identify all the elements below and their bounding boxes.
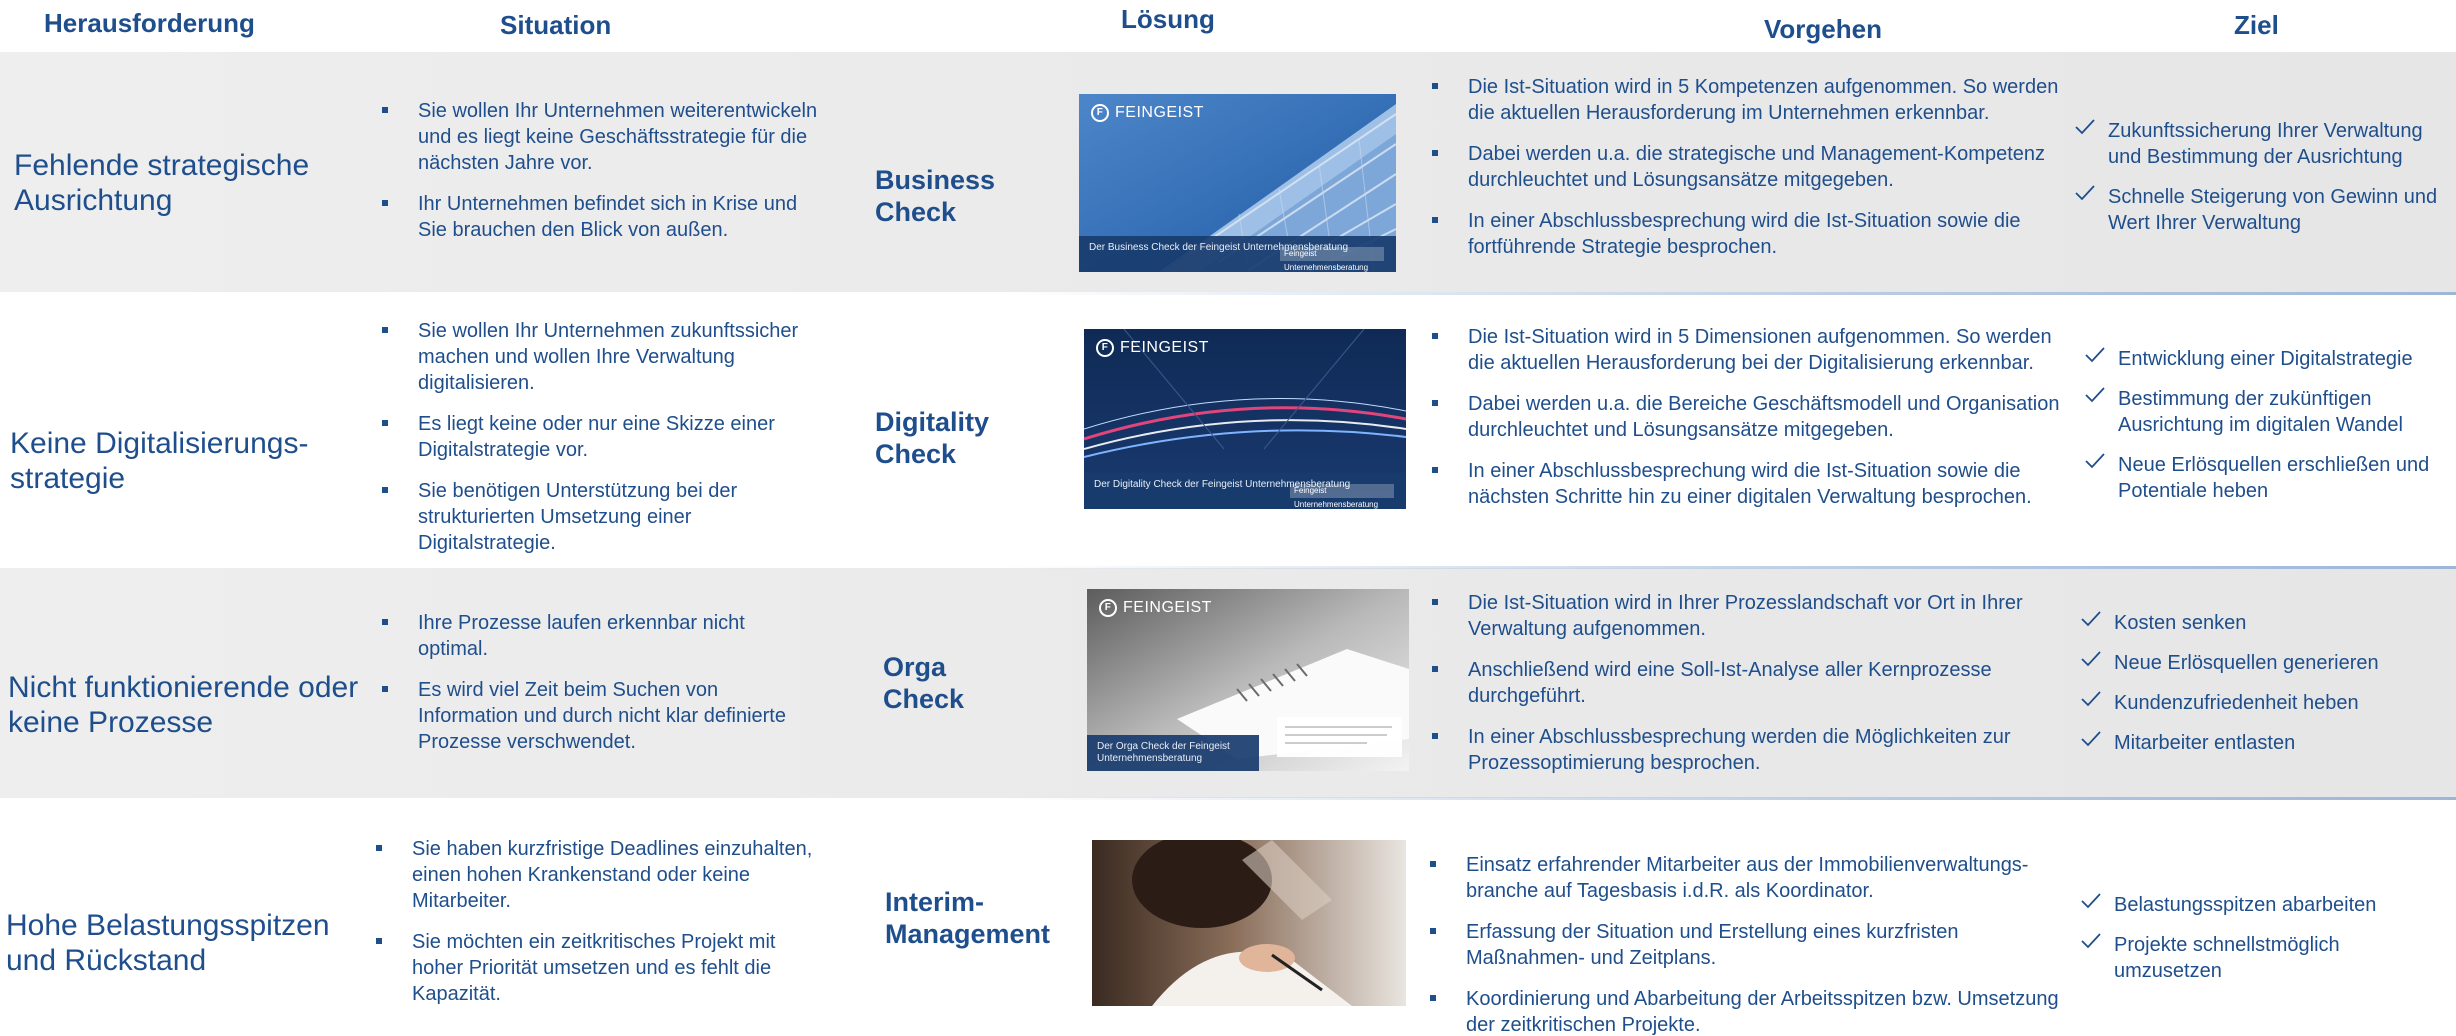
goal-item: Bestimmung der zukünftigen Ausrichtung i… — [2084, 386, 2454, 438]
goal-item: Belastungsspitzen abarbeiten — [2080, 892, 2450, 918]
business-check-thumbnail: F FEINGEIST Der Business Check der Feinge… — [1079, 94, 1396, 272]
situation-item: Sie wollen Ihr Unternehmen zukunftssiche… — [380, 318, 820, 396]
orga-check-thumbnail: F FEINGEIST Der Orga Check der Feingeist … — [1087, 589, 1409, 771]
check-icon — [2081, 731, 2101, 747]
thumbnail-caption: Der Orga Check der Feingeist Unternehmen… — [1087, 735, 1259, 771]
check-icon — [2085, 387, 2105, 403]
goal-item: Kundenzufriedenheit heben — [2080, 690, 2450, 716]
situation-item: Ihre Prozesse laufen erkennbar nicht opt… — [380, 610, 820, 662]
goal-item: Neue Erlösquellen generieren — [2080, 650, 2450, 676]
situation-list: Ihre Prozesse laufen erkennbar nicht opt… — [380, 610, 820, 770]
situation-item: Es liegt keine oder nur eine Skizze eine… — [380, 411, 820, 463]
approach-list: Einsatz erfahrender Mitarbeiter aus der … — [1428, 852, 2078, 1036]
goal-list: Zukunftssicherung Ihrer Verwaltung und B… — [2074, 118, 2454, 250]
feingeist-logo: F FEINGEIST — [1091, 104, 1204, 122]
check-icon — [2081, 893, 2101, 909]
thumbnail-button: Feingeist Unternehmensberatung — [1290, 484, 1394, 509]
check-icon — [2081, 611, 2101, 627]
solution-title: Interim-Management — [885, 887, 1051, 949]
feingeist-logo: F FEINGEIST — [1096, 339, 1209, 357]
check-icon — [2081, 691, 2101, 707]
challenge-text: Keine Digitalisierungs-strategie — [10, 427, 309, 495]
thumbnail-button: Feingeist Unternehmensberatung — [1280, 247, 1384, 272]
situation-item: Es wird viel Zeit beim Suchen von Inform… — [380, 677, 820, 755]
digitality-check-thumbnail: F FEINGEIST Der Digitality Check der Fein… — [1084, 329, 1406, 509]
goal-item: Projekte schnellstmöglich umzusetzen — [2080, 932, 2450, 984]
solution-title: Digitality Check — [875, 407, 990, 469]
approach-item: In einer Abschlussbesprechung wird die I… — [1430, 458, 2060, 510]
header-situation: Situation — [500, 10, 612, 40]
goal-list: Belastungsspitzen abarbeiten Projekte sc… — [2080, 892, 2450, 998]
solution-title: Business Check — [875, 165, 996, 227]
situation-item: Sie wollen Ihr Unternehmen weiterentwick… — [380, 98, 820, 176]
header-approach: Vorgehen — [1764, 14, 1882, 44]
goal-item: Neue Erlösquellen erschließen und Potent… — [2084, 452, 2454, 504]
challenge-text: Hohe Belastungsspitzen und Rückstand — [6, 909, 330, 977]
row-separator — [1000, 797, 2456, 800]
situation-list: Sie wollen Ihr Unternehmen zukunftssiche… — [380, 318, 820, 571]
approach-item: Dabei werden u.a. die strategische und M… — [1430, 141, 2060, 193]
goal-list: Kosten senken Neue Erlösquellen generier… — [2080, 610, 2450, 770]
header-goal: Ziel — [2234, 10, 2279, 40]
situation-item: Sie haben kurzfristige Deadlines einzuha… — [374, 836, 814, 914]
header-solution: Lösung — [1121, 4, 1215, 34]
header-challenge: Herausforderung — [44, 8, 255, 38]
situation-item: Sie benötigen Unterstützung bei der stru… — [380, 478, 820, 556]
approach-item: In einer Abschlussbesprechung wird die I… — [1430, 208, 2060, 260]
goal-item: Mitarbeiter entlasten — [2080, 730, 2450, 756]
writing-hand-image — [1092, 840, 1406, 1006]
thumbnail-caption: Der Digitality Check der Feingeist Unter… — [1084, 473, 1406, 509]
solution-title: Orga Check — [883, 652, 965, 714]
goal-item: Schnelle Steigerung von Gewinn und Wert … — [2074, 184, 2454, 236]
approach-item: Dabei werden u.a. die Bereiche Geschäfts… — [1430, 391, 2060, 443]
approach-item: Die Ist-Situation wird in 5 Dimensionen … — [1430, 324, 2060, 376]
check-icon — [2085, 347, 2105, 363]
situation-item: Ihr Unternehmen befindet sich in Krise u… — [380, 191, 820, 243]
approach-item: In einer Abschlussbesprechung werden die… — [1430, 724, 2050, 776]
check-icon — [2075, 185, 2095, 201]
approach-item: Erfassung der Situation und Erstellung e… — [1428, 919, 2078, 971]
situation-item: Sie möchten ein zeitkritisches Projekt m… — [374, 929, 814, 1007]
interim-management-photo — [1092, 840, 1406, 1006]
approach-item: Die Ist-Situation wird in 5 Kompetenzen … — [1430, 74, 2060, 126]
situation-list: Sie haben kurzfristige Deadlines einzuha… — [374, 836, 814, 1022]
goal-item: Kosten senken — [2080, 610, 2450, 636]
situation-list: Sie wollen Ihr Unternehmen weiterentwick… — [380, 98, 820, 258]
approach-list: Die Ist-Situation wird in 5 Kompetenzen … — [1430, 74, 2060, 275]
check-icon — [2085, 453, 2105, 469]
row-separator — [1000, 292, 2456, 295]
feingeist-logo: F FEINGEIST — [1099, 599, 1212, 617]
approach-item: Die Ist-Situation wird in Ihrer Prozessl… — [1430, 590, 2050, 642]
goal-item: Entwicklung einer Digitalstrategie — [2084, 346, 2454, 372]
approach-item: Einsatz erfahrender Mitarbeiter aus der … — [1428, 852, 2078, 904]
goal-list: Entwicklung einer Digitalstrategie Besti… — [2084, 346, 2454, 518]
check-icon — [2081, 933, 2101, 949]
check-icon — [2075, 119, 2095, 135]
thumbnail-caption: Der Business Check der Feingeist Unterne… — [1079, 236, 1396, 272]
check-icon — [2081, 651, 2101, 667]
approach-list: Die Ist-Situation wird in Ihrer Prozessl… — [1430, 590, 2050, 791]
approach-item: Koordinierung und Abarbeitung der Arbeit… — [1428, 986, 2078, 1036]
approach-item: Anschließend wird eine Soll-Ist-Analyse … — [1430, 657, 2050, 709]
approach-list: Die Ist-Situation wird in 5 Dimensionen … — [1430, 324, 2060, 525]
challenge-text: Fehlende strategische Ausrichtung — [14, 149, 310, 217]
goal-item: Zukunftssicherung Ihrer Verwaltung und B… — [2074, 118, 2454, 170]
row-separator — [1000, 566, 2456, 569]
challenge-text: Nicht funktionierende oder keine Prozess… — [8, 671, 359, 739]
